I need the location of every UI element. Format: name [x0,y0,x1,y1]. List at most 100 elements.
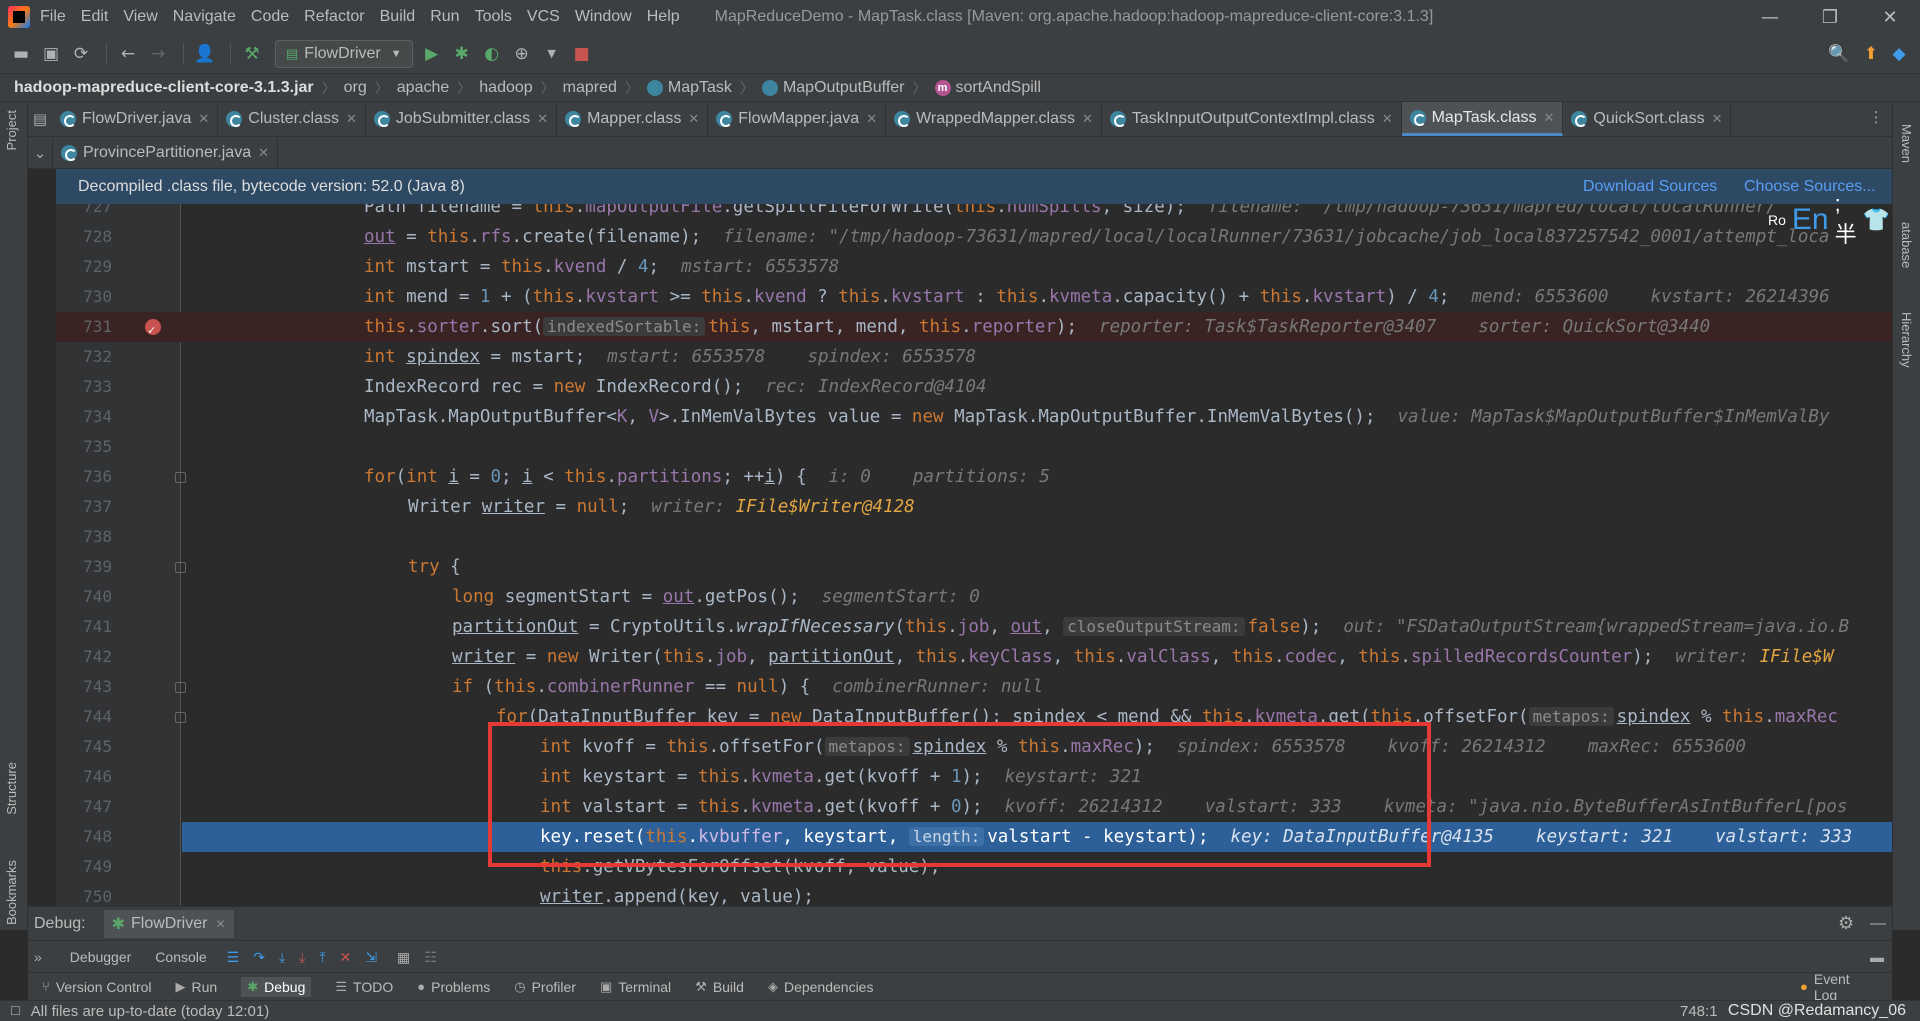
menu-view[interactable]: View [123,8,157,26]
close-icon[interactable]: ✕ [198,111,209,127]
tab-list-icon[interactable]: ▤ [28,102,52,136]
step-over-icon[interactable]: ↷ [253,949,265,966]
menu-window[interactable]: Window [575,8,632,26]
breadcrumb-apache[interactable]: apache [397,79,450,97]
tab-cluster[interactable]: Cluster.class ✕ [218,102,366,136]
cursor-position[interactable]: 748:1 [1680,1003,1718,1020]
breadcrumb-method[interactable]: sortAndSpill [956,79,1041,97]
build-hammer-icon[interactable]: ⚒ [239,41,265,67]
menu-file[interactable]: File [40,8,66,26]
code-line[interactable]: 728 out = this.rfs.create(filename); filen… [56,222,1892,252]
code-line[interactable]: 735 [56,432,1892,462]
problems-tool[interactable]: ● Problems [417,979,490,995]
event-log-tool[interactable]: ● Event Log [1800,971,1868,1003]
menu-icon[interactable]: ☰ [227,949,240,966]
code-line[interactable]: 739 try { [56,552,1892,582]
breadcrumb-mapoutputbuffer[interactable]: MapOutputBuffer [783,79,905,97]
code-line[interactable]: 734 MapTask.MapOutputBuffer<K, V>.InMemVa… [56,402,1892,432]
save-icon[interactable]: ▣ [38,41,64,67]
sync-icon[interactable]: ⟳ [68,41,94,67]
close-icon[interactable]: ✕ [537,111,548,127]
tab-taskinputoutputcontextimpl[interactable]: TaskInputOutputContextImpl.class ✕ [1102,102,1402,136]
tab-jobsubmitter[interactable]: JobSubmitter.class ✕ [366,102,558,136]
breakpoint-icon[interactable] [145,315,161,345]
download-sources-link[interactable]: Download Sources [1583,178,1717,196]
force-step-into-icon[interactable]: ⤓ [299,949,305,966]
close-icon[interactable]: ✕ [215,917,225,931]
expand-icon[interactable]: » [34,949,42,965]
close-icon[interactable]: ✕ [1712,111,1723,127]
drop-frame-icon[interactable]: ✕ [340,949,352,966]
coverage-icon[interactable]: ◐ [479,41,505,67]
trace-icon[interactable]: ☷ [424,949,437,966]
chevron-down-icon[interactable]: ▼ [539,41,565,67]
restore-icon[interactable]: ❐ [1800,0,1860,34]
more-options-icon[interactable]: ⋮ [1864,108,1888,126]
todo-tool[interactable]: ☰ TODO [335,979,393,995]
breadcrumb-mapred[interactable]: mapred [563,79,617,97]
structure-tool-tab[interactable]: Structure [4,762,19,815]
run-icon[interactable]: ▶ [419,41,445,67]
menu-edit[interactable]: Edit [81,8,109,26]
breadcrumb-hadoop[interactable]: hadoop [479,79,532,97]
database-tool-tab[interactable]: atabase [1899,222,1914,268]
run-to-cursor-icon[interactable]: ⇲ [365,949,377,966]
code-line[interactable]: 741 partitionOut = CryptoUtils.wrapIfNece… [56,612,1892,642]
code-line[interactable]: 738 [56,522,1892,552]
code-line[interactable]: 740 long segmentStart = out.getPos(); segm… [56,582,1892,612]
menu-vcs[interactable]: VCS [527,8,560,26]
debug-tool[interactable]: ✱ Debug [241,976,312,997]
status-square-icon[interactable]: ☐ [10,1004,21,1018]
run-tool[interactable]: ▶ Run [176,979,218,995]
close-icon[interactable]: ✕ [1544,110,1555,126]
update-icon[interactable]: ⬆ [1858,41,1884,67]
menu-navigate[interactable]: Navigate [173,8,236,26]
tab-maptask[interactable]: MapTask.class ✕ [1401,102,1564,136]
fold-icon[interactable] [175,712,186,723]
project-tool-tab[interactable]: Project [4,110,19,150]
tab-flowdriver[interactable]: FlowDriver.java ✕ [52,102,219,136]
code-line[interactable]: 737 Writer writer = null; writer: IFile$Wr… [56,492,1892,522]
code-line[interactable]: 736 for(int i = 0; i < this.partitions; +… [56,462,1892,492]
back-arrow-icon[interactable]: ← [115,41,141,67]
forward-arrow-icon[interactable]: → [145,41,171,67]
profiler-tool[interactable]: ◷ Profiler [514,979,576,995]
close-icon[interactable]: ✕ [688,111,699,127]
menu-tools[interactable]: Tools [475,8,512,26]
code-line[interactable]: 743 if (this.combinerRunner == null) {com… [56,672,1892,702]
fold-icon[interactable] [175,682,186,693]
debugger-tab[interactable]: Debugger [70,949,132,965]
minimize-panel-icon[interactable]: — [1870,915,1886,933]
maven-tool-tab[interactable]: Maven [1899,124,1914,163]
hierarchy-tool-tab[interactable]: Hierarchy [1899,312,1914,368]
tab-provincepartitioner[interactable]: ProvincePartitioner.java ✕ [52,137,278,168]
code-line[interactable]: 732 int spindex = mstart; mstart: 6553578 … [56,342,1892,372]
close-icon[interactable]: ✕ [1860,0,1920,34]
run-configuration-select[interactable]: ▤ FlowDriver ▼ [275,39,413,68]
bookmarks-tool-tab[interactable]: Bookmarks [4,860,19,925]
version-control-tool[interactable]: ⑂ Version Control [42,979,152,995]
collapse-icon[interactable]: ⌄ [28,137,52,168]
close-icon[interactable]: ✕ [346,111,357,127]
fold-icon[interactable] [175,562,186,573]
search-icon[interactable]: 🔍 [1826,41,1852,67]
layout-icon[interactable]: ▬ [1870,949,1884,965]
close-icon[interactable]: ✕ [866,111,877,127]
breadcrumb-org[interactable]: org [344,79,367,97]
code-line[interactable]: 730 int mend = 1 + (this.kvstart >= this.… [56,282,1892,312]
menu-build[interactable]: Build [380,8,416,26]
tab-mapper[interactable]: Mapper.class ✕ [557,102,709,136]
code-line[interactable]: 733 IndexRecord rec = new IndexRecord(); r… [56,372,1892,402]
code-line[interactable]: 742 writer = new Writer(this.job, partiti… [56,642,1892,672]
jetbrains-logo-icon[interactable]: ◆ [1886,41,1912,67]
settings-gear-icon[interactable]: ⚙ [1838,913,1854,934]
debug-bug-icon[interactable]: ✱ [449,41,475,67]
build-tool[interactable]: ⚒ Build [695,979,744,995]
console-tab[interactable]: Console [155,949,206,965]
user-icon[interactable]: 👤 [192,41,218,67]
fold-icon[interactable] [175,472,186,483]
tab-wrappedmapper[interactable]: WrappedMapper.class ✕ [886,102,1102,136]
stop-icon[interactable]: ■ [569,41,595,67]
code-line[interactable]: 729 int mstart = this.kvend / 4; mstart: 6… [56,252,1892,282]
debug-session-tab[interactable]: ✱ FlowDriver ✕ [103,909,234,938]
